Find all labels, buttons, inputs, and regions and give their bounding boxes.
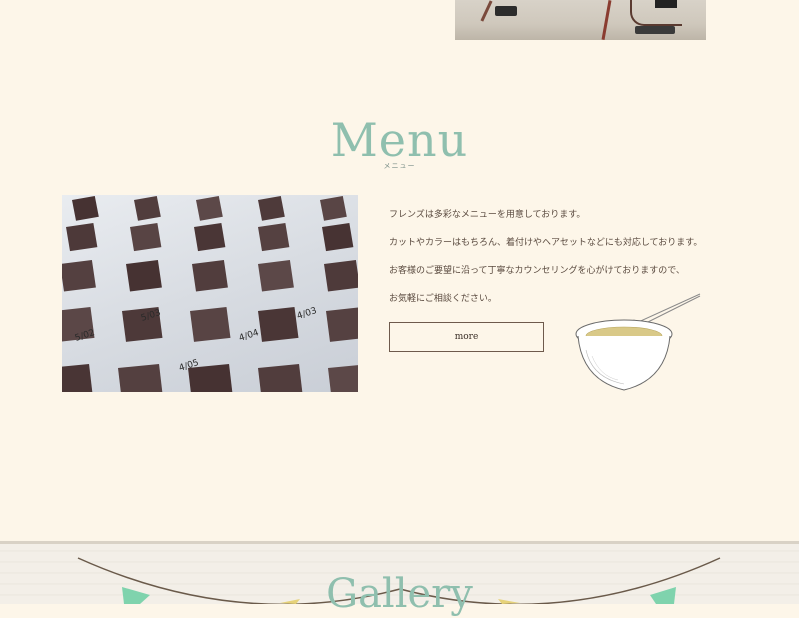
hair-swatch	[320, 196, 347, 221]
menu-section-subtitle: メニュー	[383, 162, 416, 170]
menu-line: フレンズは多彩なメニューを用意しております。	[389, 210, 586, 220]
menu-line: お客様のご要望に沿って丁寧なカウンセリングを心がけておりますので、	[389, 266, 685, 276]
hair-swatch	[328, 365, 358, 392]
hair-swatch	[258, 260, 294, 292]
hair-swatch-photo: 5/02 5/03 4/04 4/03 4/05	[62, 195, 358, 392]
gallery-section-title: Gallery	[326, 571, 473, 617]
menu-section-title: Menu	[330, 113, 469, 167]
swatch-label: 4/04	[238, 328, 261, 344]
hair-swatch	[258, 307, 299, 342]
hair-swatch	[126, 260, 162, 292]
salon-photo	[455, 0, 706, 40]
menu-line: お気軽にご相談ください。	[389, 294, 497, 304]
hair-swatch	[62, 364, 93, 392]
hair-swatch	[190, 307, 231, 342]
hair-swatch	[192, 260, 228, 292]
hair-swatch	[118, 364, 163, 392]
hair-swatch	[66, 223, 98, 252]
hair-swatch	[258, 196, 285, 221]
hair-swatch	[258, 364, 303, 392]
hair-swatch	[258, 223, 290, 252]
hair-swatch	[72, 196, 99, 221]
hair-color-bowl-icon	[572, 290, 704, 396]
hair-swatch	[130, 223, 162, 252]
hair-swatch	[134, 196, 161, 221]
hair-swatch	[322, 223, 354, 252]
more-button[interactable]: more	[389, 322, 544, 352]
hair-swatch	[62, 260, 96, 292]
hair-swatch	[194, 223, 226, 252]
hair-swatch	[196, 196, 223, 221]
menu-line: カットやカラーはもちろん、着付けやヘアセットなどにも対応しております。	[389, 238, 703, 248]
hair-swatch	[326, 307, 358, 342]
hair-swatch	[324, 260, 358, 292]
swatch-label: 4/03	[296, 306, 318, 322]
